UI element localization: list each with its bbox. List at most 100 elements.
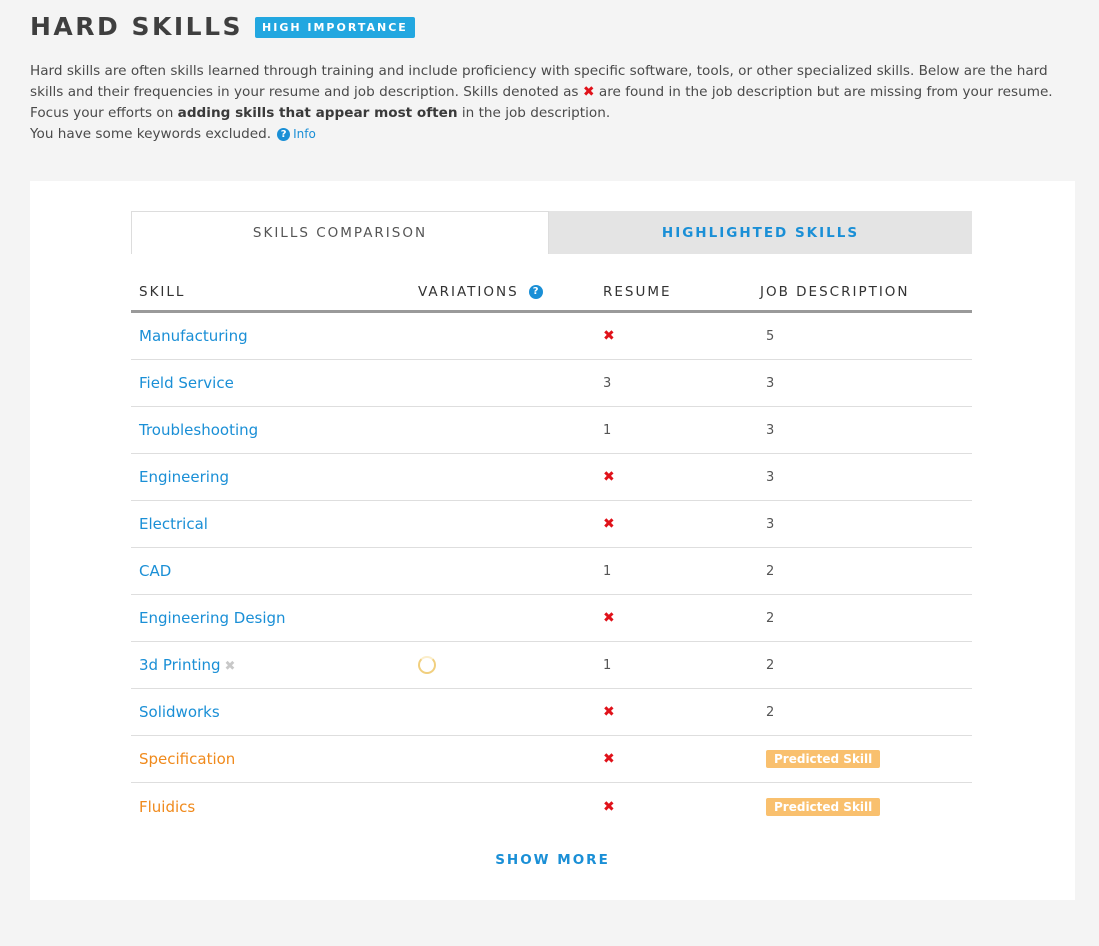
table-row: Specification ✖ Predicted Skill bbox=[131, 736, 972, 783]
page-title: HARD SKILLS bbox=[30, 12, 244, 41]
table-row: Engineering Design ✖ 2 bbox=[131, 595, 972, 642]
predicted-skill-badge: Predicted Skill bbox=[766, 750, 881, 768]
show-more-button[interactable]: SHOW MORE bbox=[30, 852, 1075, 868]
skills-table: SKILL VARIATIONS ? RESUME JOB DESCRIPTIO… bbox=[131, 273, 972, 830]
skill-cell: Engineering bbox=[131, 468, 418, 486]
question-icon[interactable]: ? bbox=[528, 284, 543, 299]
job-cell: 2 bbox=[760, 610, 972, 626]
resume-cell: ✖ bbox=[603, 751, 760, 767]
header-job-description: JOB DESCRIPTION bbox=[760, 283, 910, 300]
job-count: 5 bbox=[766, 329, 775, 344]
resume-cell: 1 bbox=[603, 422, 760, 438]
table-row: Engineering ✖ 3 bbox=[131, 454, 972, 501]
job-count: 3 bbox=[766, 423, 775, 438]
header-variations-label: VARIATIONS bbox=[418, 283, 519, 300]
table-row: Fluidics ✖ Predicted Skill bbox=[131, 783, 972, 830]
job-cell: Predicted Skill bbox=[760, 797, 972, 816]
job-count: 3 bbox=[766, 517, 775, 532]
job-cell: 3 bbox=[760, 375, 972, 391]
missing-icon: ✖ bbox=[603, 469, 615, 485]
loading-spinner-icon bbox=[418, 656, 436, 674]
resume-count: 3 bbox=[603, 376, 612, 391]
missing-icon: ✖ bbox=[603, 328, 615, 344]
skill-link[interactable]: CAD bbox=[139, 562, 171, 580]
table-row: 3d Printing ✖ 1 2 bbox=[131, 642, 972, 689]
job-cell: 3 bbox=[760, 422, 972, 438]
resume-cell: ✖ bbox=[603, 328, 760, 344]
skill-cell: Field Service bbox=[131, 374, 418, 392]
header-resume: RESUME bbox=[603, 283, 672, 300]
variations-cell bbox=[418, 656, 603, 674]
skill-cell: 3d Printing ✖ bbox=[131, 656, 418, 674]
job-count: 2 bbox=[766, 564, 775, 579]
table-body: Manufacturing ✖ 5 Field Service 3 3 Troublesho… bbox=[131, 313, 972, 830]
resume-count: 1 bbox=[603, 658, 612, 673]
missing-icon: ✖ bbox=[603, 610, 615, 626]
job-count: 2 bbox=[766, 611, 775, 626]
missing-icon: ✖ bbox=[603, 751, 615, 767]
description-bold: adding skills that appear most often bbox=[177, 105, 458, 121]
page-header: HARD SKILLS HIGH IMPORTANCE bbox=[30, 12, 415, 41]
skill-link[interactable]: Engineering bbox=[139, 468, 229, 486]
skill-cell: Electrical bbox=[131, 515, 418, 533]
skill-link[interactable]: Field Service bbox=[139, 374, 234, 392]
job-cell: Predicted Skill bbox=[760, 750, 972, 768]
skill-cell: Specification bbox=[131, 750, 418, 768]
job-count: 2 bbox=[766, 705, 775, 720]
resume-cell: 3 bbox=[603, 375, 760, 391]
resume-cell: ✖ bbox=[603, 469, 760, 485]
job-cell: 3 bbox=[760, 469, 972, 485]
skill-link[interactable]: Troubleshooting bbox=[139, 421, 258, 439]
remove-skill-icon[interactable]: ✖ bbox=[225, 659, 236, 674]
info-link[interactable]: Info bbox=[293, 127, 316, 141]
job-cell: 3 bbox=[760, 516, 972, 532]
info-icon[interactable]: ? bbox=[277, 128, 291, 141]
skill-link[interactable]: Engineering Design bbox=[139, 609, 286, 627]
table-row: Troubleshooting 1 3 bbox=[131, 407, 972, 454]
missing-icon: ✖ bbox=[603, 516, 615, 532]
table-row: Manufacturing ✖ 5 bbox=[131, 313, 972, 360]
table-row: Field Service 3 3 bbox=[131, 360, 972, 407]
skill-link[interactable]: Manufacturing bbox=[139, 327, 248, 345]
resume-cell: ✖ bbox=[603, 610, 760, 626]
skill-link[interactable]: Solidworks bbox=[139, 703, 220, 721]
missing-icon: ✖ bbox=[603, 704, 615, 720]
table-row: Electrical ✖ 3 bbox=[131, 501, 972, 548]
skill-cell: Engineering Design bbox=[131, 609, 418, 627]
skill-link[interactable]: 3d Printing bbox=[139, 656, 221, 674]
description: Hard skills are often skills learned thr… bbox=[30, 61, 1075, 145]
skill-link[interactable]: Specification bbox=[139, 750, 235, 768]
resume-cell: ✖ bbox=[603, 704, 760, 720]
job-cell: 2 bbox=[760, 704, 972, 720]
skill-cell: Solidworks bbox=[131, 703, 418, 721]
resume-count: 1 bbox=[603, 564, 612, 579]
missing-icon: ✖ bbox=[582, 84, 595, 100]
resume-cell: ✖ bbox=[603, 516, 760, 532]
skills-card: SKILLS COMPARISON HIGHLIGHTED SKILLS SKI… bbox=[30, 181, 1075, 900]
skill-link[interactable]: Electrical bbox=[139, 515, 208, 533]
job-cell: 2 bbox=[760, 563, 972, 579]
job-count: 3 bbox=[766, 470, 775, 485]
job-count: 2 bbox=[766, 658, 775, 673]
job-cell: 2 bbox=[760, 657, 972, 673]
tab-highlighted-skills[interactable]: HIGHLIGHTED SKILLS bbox=[549, 211, 972, 254]
skill-cell: Manufacturing bbox=[131, 327, 418, 345]
tab-skills-comparison[interactable]: SKILLS COMPARISON bbox=[131, 211, 549, 254]
skill-cell: Fluidics bbox=[131, 798, 418, 816]
skill-link[interactable]: Fluidics bbox=[139, 798, 195, 816]
job-cell: 5 bbox=[760, 328, 972, 344]
table-row: CAD 1 2 bbox=[131, 548, 972, 595]
header-skill: SKILL bbox=[139, 283, 186, 300]
resume-count: 1 bbox=[603, 423, 612, 438]
missing-icon: ✖ bbox=[603, 798, 615, 815]
skill-cell: CAD bbox=[131, 562, 418, 580]
resume-cell: 1 bbox=[603, 657, 760, 673]
resume-cell: ✖ bbox=[603, 799, 760, 815]
skill-cell: Troubleshooting bbox=[131, 421, 418, 439]
job-count: 3 bbox=[766, 376, 775, 391]
header-variations: VARIATIONS ? bbox=[418, 284, 603, 300]
excluded-line: You have some keywords excluded.? Info bbox=[30, 124, 1075, 145]
table-row: Solidworks ✖ 2 bbox=[131, 689, 972, 736]
table-header: SKILL VARIATIONS ? RESUME JOB DESCRIPTIO… bbox=[131, 273, 972, 313]
predicted-skill-badge: Predicted Skill bbox=[766, 797, 881, 816]
